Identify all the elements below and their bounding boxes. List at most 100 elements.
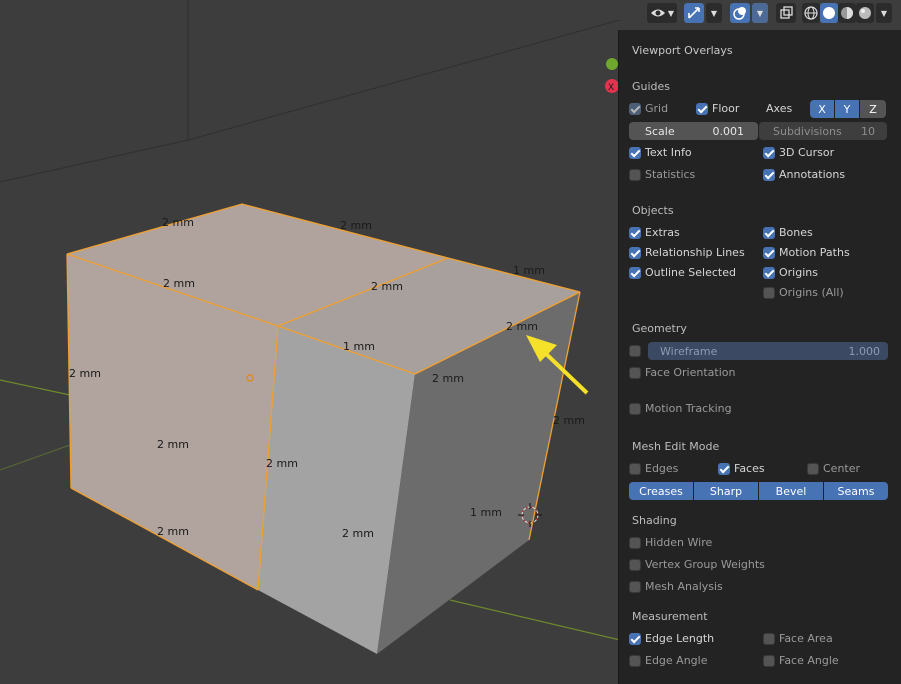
axis-z-toggle[interactable]: Z [860, 100, 886, 118]
motion-paths-checkbox[interactable] [763, 247, 775, 259]
face-orientation-label: Face Orientation [645, 366, 736, 379]
eye-icon [650, 9, 665, 17]
viewport-overlays-panel: Viewport Overlays Guides Grid Floor Axes… [618, 30, 901, 684]
face-angle-checkbox[interactable] [763, 655, 775, 667]
section-objects: Objects [632, 204, 674, 217]
statistics-label: Statistics [645, 168, 696, 181]
center-checkbox[interactable] [807, 463, 819, 475]
bevel-toggle[interactable]: Bevel [759, 482, 823, 500]
shading-material-button[interactable] [838, 3, 856, 23]
vertex-group-weights-checkbox[interactable] [629, 559, 641, 571]
3d-cursor-label: 3D Cursor [779, 146, 835, 159]
chevron-down-icon: ▼ [667, 8, 675, 18]
section-geometry: Geometry [632, 322, 687, 335]
xray-icon [780, 6, 793, 19]
overlays-toggle-button[interactable] [730, 3, 750, 23]
gizmo-icon [688, 7, 700, 19]
gizmo-dropdown[interactable]: ▼ [706, 3, 722, 23]
panel-title: Viewport Overlays [632, 44, 733, 57]
bones-checkbox[interactable] [763, 227, 775, 239]
face-angle-label: Face Angle [779, 654, 839, 667]
vertex-group-weights-label: Vertex Group Weights [645, 558, 765, 571]
origins-checkbox[interactable] [763, 267, 775, 279]
subdivisions-label: Subdivisions [773, 124, 842, 138]
rendered-sphere-icon [859, 7, 871, 19]
center-label: Center [823, 462, 861, 475]
seams-toggle[interactable]: Seams [824, 482, 888, 500]
shading-dropdown[interactable]: ▼ [876, 3, 892, 23]
shading-solid-button[interactable] [820, 3, 838, 23]
extras-checkbox[interactable] [629, 227, 641, 239]
hidden-wire-checkbox[interactable] [629, 537, 641, 549]
grid-checkbox[interactable] [629, 103, 641, 115]
scale-value: 0.001 [712, 124, 745, 138]
axis-x-toggle[interactable]: X [810, 100, 834, 118]
axis-y-toggle[interactable]: Y [835, 100, 859, 118]
section-guides: Guides [632, 80, 671, 93]
relationship-lines-label: Relationship Lines [645, 246, 745, 259]
edge-length-label: Edge Length [645, 632, 715, 645]
edges-checkbox[interactable] [629, 463, 641, 475]
annotations-label: Annotations [779, 168, 846, 181]
edge-length-label: 2 mm [553, 414, 585, 427]
section-measurement: Measurement [632, 610, 708, 623]
3d-cursor-checkbox[interactable] [763, 147, 775, 159]
overlays-dropdown[interactable]: ▼ [752, 3, 768, 23]
section-shading: Shading [632, 514, 677, 527]
scale-field[interactable]: Scale 0.001 [629, 122, 758, 140]
text-info-checkbox[interactable] [629, 147, 641, 159]
edge-length-label: 2 mm [340, 219, 372, 232]
floor-label: Floor [712, 102, 740, 115]
grid-label: Grid [645, 102, 669, 115]
edge-length-label: 2 mm [266, 457, 298, 470]
edge-length-label: 2 mm [69, 367, 101, 380]
chevron-down-icon: ▼ [756, 8, 764, 18]
edge-length-label: 2 mm [162, 216, 194, 229]
material-sphere-icon [841, 7, 853, 19]
statistics-checkbox[interactable] [629, 169, 641, 181]
visibility-button[interactable]: ▼ [647, 3, 677, 23]
wireframe-checkbox[interactable] [629, 345, 641, 357]
origins-all-label: Origins (All) [779, 286, 844, 299]
motion-tracking-checkbox[interactable] [629, 403, 641, 415]
origins-label: Origins [779, 266, 818, 279]
scale-label: Scale [645, 124, 675, 138]
face-orientation-checkbox[interactable] [629, 367, 641, 379]
subdivisions-value: 10 [861, 124, 875, 138]
sharp-toggle[interactable]: Sharp [694, 482, 758, 500]
edge-length-checkbox[interactable] [629, 633, 641, 645]
shading-rendered-button[interactable] [856, 3, 874, 23]
face-area-checkbox[interactable] [763, 633, 775, 645]
mesh-analysis-checkbox[interactable] [629, 581, 641, 593]
gizmo-toggle-button[interactable] [684, 3, 704, 23]
outline-selected-label: Outline Selected [645, 266, 736, 279]
edge-length-label: 1 mm [470, 506, 502, 519]
shading-wireframe-button[interactable] [802, 3, 820, 23]
floor-checkbox[interactable] [696, 103, 708, 115]
faces-checkbox[interactable] [718, 463, 730, 475]
overlays-icon [733, 7, 746, 20]
wireframe-label: Wireframe [660, 344, 718, 358]
extras-label: Extras [645, 226, 680, 239]
face-area-label: Face Area [779, 632, 833, 645]
edge-length-label: 1 mm [343, 340, 375, 353]
relationship-lines-checkbox[interactable] [629, 247, 641, 259]
chevron-down-icon: ▼ [880, 8, 888, 18]
edge-length-label: 2 mm [506, 320, 538, 333]
edge-length-label: 2 mm [157, 438, 189, 451]
solid-sphere-icon [823, 7, 835, 19]
gizmo-x-label: X [608, 83, 614, 93]
edge-length-label: 2 mm [163, 277, 195, 290]
creases-toggle[interactable]: Creases [629, 482, 693, 500]
outline-selected-checkbox[interactable] [629, 267, 641, 279]
gizmo-y-dot[interactable] [606, 58, 618, 70]
xray-button[interactable] [776, 3, 796, 23]
axes-label: Axes [766, 102, 793, 115]
motion-paths-label: Motion Paths [779, 246, 850, 259]
annotations-checkbox[interactable] [763, 169, 775, 181]
subdivisions-field[interactable]: Subdivisions 10 [759, 122, 887, 140]
chevron-down-icon: ▼ [710, 8, 718, 18]
origins-all-checkbox[interactable] [763, 287, 775, 299]
wireframe-field[interactable]: Wireframe 1.000 [648, 342, 888, 360]
edge-angle-checkbox[interactable] [629, 655, 641, 667]
